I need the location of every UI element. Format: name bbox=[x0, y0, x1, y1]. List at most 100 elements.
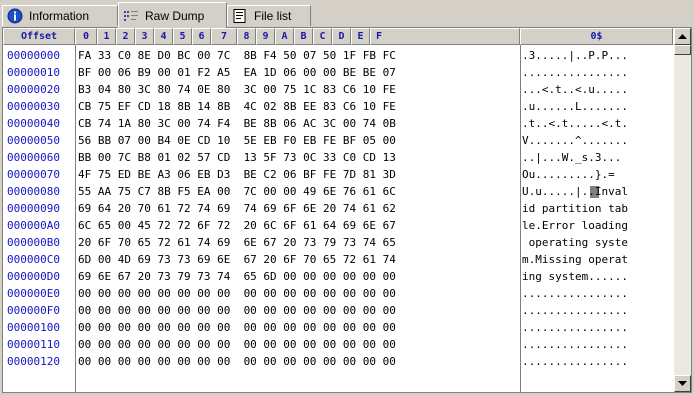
dump-row[interactable]: 000000C0 6D 00 4D 69 73 73 69 6E 67 20 6F… bbox=[3, 252, 673, 268]
row-hex-bytes[interactable]: 00 00 00 00 00 00 00 00 00 00 00 00 00 0… bbox=[78, 303, 396, 319]
byte-column-header[interactable]: F bbox=[370, 28, 520, 45]
tab-raw-dump[interactable]: Raw Dump bbox=[118, 2, 227, 28]
row-ascii[interactable]: V.......^....... bbox=[522, 133, 628, 149]
row-hex-bytes[interactable]: 4F 75 ED BE A3 06 EB D3 BE C2 06 BF FE 7… bbox=[78, 167, 396, 183]
row-hex-bytes[interactable]: 6C 65 00 45 72 72 6F 72 20 6C 6F 61 64 6… bbox=[78, 218, 396, 234]
tab-information[interactable]: Information bbox=[2, 5, 118, 26]
dump-row[interactable]: 00000090 69 64 20 70 61 72 74 69 74 69 6F… bbox=[3, 201, 673, 217]
row-hex-bytes[interactable]: 00 00 00 00 00 00 00 00 00 00 00 00 00 0… bbox=[78, 286, 396, 302]
byte-column-header[interactable]: 4 bbox=[154, 28, 173, 45]
row-ascii[interactable]: ..|...W._s.3... bbox=[522, 150, 621, 166]
scroll-up-button[interactable] bbox=[674, 28, 691, 45]
offset-column-header[interactable]: Offset bbox=[3, 28, 75, 45]
byte-column-header[interactable]: 3 bbox=[135, 28, 154, 45]
byte-column-header[interactable]: 6 bbox=[192, 28, 211, 45]
row-offset: 000000E0 bbox=[7, 287, 60, 300]
row-hex-bytes[interactable]: 55 AA 75 C7 8B F5 EA 00 7C 00 00 49 6E 7… bbox=[78, 184, 396, 200]
row-ascii[interactable]: le.Error loading bbox=[522, 218, 628, 234]
dump-row[interactable]: 00000070 4F 75 ED BE A3 06 EB D3 BE C2 06… bbox=[3, 167, 673, 183]
ascii-column-header[interactable]: 0$ bbox=[520, 28, 673, 45]
row-hex-bytes[interactable]: CB 74 1A 80 3C 00 74 F4 BE 8B 06 AC 3C 0… bbox=[78, 116, 396, 132]
tab-strip: Information Raw Dump File list bbox=[2, 2, 692, 28]
row-hex-bytes[interactable]: B3 04 80 3C 80 74 0E 80 3C 00 75 1C 83 C… bbox=[78, 82, 396, 98]
row-hex-bytes[interactable]: BF 00 06 B9 00 01 F2 A5 EA 1D 06 00 00 B… bbox=[78, 65, 396, 81]
scroll-down-button[interactable] bbox=[674, 375, 691, 392]
raw-dump-icon bbox=[123, 8, 139, 24]
byte-column-header[interactable]: 1 bbox=[97, 28, 116, 45]
dump-row[interactable]: 00000080 55 AA 75 C7 8B F5 EA 00 7C 00 00… bbox=[3, 184, 673, 200]
row-offset: 000000D0 bbox=[7, 270, 60, 283]
byte-column-header[interactable]: C bbox=[313, 28, 332, 45]
row-offset: 000000A0 bbox=[7, 219, 60, 232]
dump-row[interactable]: 00000000 FA 33 C0 8E D0 BC 00 7C 8B F4 50… bbox=[3, 48, 673, 64]
row-hex-bytes[interactable]: FA 33 C0 8E D0 BC 00 7C 8B F4 50 07 50 1… bbox=[78, 48, 396, 64]
dump-row[interactable]: 000000A0 6C 65 00 45 72 72 6F 72 20 6C 6F… bbox=[3, 218, 673, 234]
row-ascii[interactable]: id partition tab bbox=[522, 201, 628, 217]
scroll-thumb[interactable] bbox=[674, 45, 691, 55]
byte-column-header[interactable]: E bbox=[351, 28, 370, 45]
row-hex-bytes[interactable]: 69 64 20 70 61 72 74 69 74 69 6F 6E 20 7… bbox=[78, 201, 396, 217]
row-ascii[interactable]: .t..<.t.....<.t. bbox=[522, 116, 628, 132]
row-offset: 00000040 bbox=[7, 117, 60, 130]
dump-row[interactable]: 00000010 BF 00 06 B9 00 01 F2 A5 EA 1D 06… bbox=[3, 65, 673, 81]
tab-information-label: Information bbox=[29, 9, 90, 23]
row-ascii[interactable]: m.Missing operat bbox=[522, 252, 628, 268]
row-offset: 00000110 bbox=[7, 338, 60, 351]
row-ascii[interactable]: ................ bbox=[522, 320, 628, 336]
dump-row[interactable]: 000000F0 00 00 00 00 00 00 00 00 00 00 00… bbox=[3, 303, 673, 319]
row-ascii[interactable]: ................ bbox=[522, 303, 628, 319]
row-hex-bytes[interactable]: 00 00 00 00 00 00 00 00 00 00 00 00 00 0… bbox=[78, 320, 396, 336]
dump-row[interactable]: 00000030 CB 75 EF CD 18 8B 14 8B 4C 02 8B… bbox=[3, 99, 673, 115]
byte-column-header[interactable]: 5 bbox=[173, 28, 192, 45]
byte-column-header[interactable]: 2 bbox=[116, 28, 135, 45]
hex-grid-header: Offset 0 1 2 3 4 5 6 7 8 9 A B C D E F 0… bbox=[3, 28, 673, 45]
row-offset: 000000B0 bbox=[7, 236, 60, 249]
dump-row[interactable]: 00000060 BB 00 7C B8 01 02 57 CD 13 5F 73… bbox=[3, 150, 673, 166]
dump-row[interactable]: 00000040 CB 74 1A 80 3C 00 74 F4 BE 8B 06… bbox=[3, 116, 673, 132]
dump-row[interactable]: 00000050 56 BB 07 00 B4 0E CD 10 5E EB F0… bbox=[3, 133, 673, 149]
byte-column-header[interactable]: 9 bbox=[256, 28, 275, 45]
row-ascii[interactable]: ................ bbox=[522, 65, 628, 81]
dump-row[interactable]: 000000D0 69 6E 67 20 73 79 73 74 65 6D 00… bbox=[3, 269, 673, 285]
dump-row[interactable]: 000000B0 20 6F 70 65 72 61 74 69 6E 67 20… bbox=[3, 235, 673, 251]
row-ascii[interactable]: .3.....|..P.P... bbox=[522, 48, 628, 64]
row-offset: 00000120 bbox=[7, 355, 60, 368]
dump-row[interactable]: 000000E0 00 00 00 00 00 00 00 00 00 00 00… bbox=[3, 286, 673, 302]
row-hex-bytes[interactable]: 69 6E 67 20 73 79 73 74 65 6D 00 00 00 0… bbox=[78, 269, 396, 285]
dump-row[interactable]: 00000110 00 00 00 00 00 00 00 00 00 00 00… bbox=[3, 337, 673, 353]
dump-row[interactable]: 00000020 B3 04 80 3C 80 74 0E 80 3C 00 75… bbox=[3, 82, 673, 98]
row-hex-bytes[interactable]: 56 BB 07 00 B4 0E CD 10 5E EB F0 EB FE B… bbox=[78, 133, 396, 149]
row-ascii[interactable]: operating syste bbox=[522, 235, 628, 251]
row-ascii[interactable]: ................ bbox=[522, 354, 628, 370]
byte-column-header[interactable]: 8 bbox=[237, 28, 256, 45]
hex-dump-rows[interactable]: 00000000 FA 33 C0 8E D0 BC 00 7C 8B F4 50… bbox=[3, 45, 673, 392]
tab-file-list[interactable]: File list bbox=[227, 5, 311, 26]
dump-row[interactable]: 00000100 00 00 00 00 00 00 00 00 00 00 00… bbox=[3, 320, 673, 336]
row-ascii[interactable]: ................ bbox=[522, 337, 628, 353]
byte-column-header[interactable]: B bbox=[294, 28, 313, 45]
tab-raw-dump-label: Raw Dump bbox=[145, 8, 205, 23]
byte-column-header[interactable]: 7 bbox=[211, 28, 237, 45]
byte-column-header[interactable]: D bbox=[332, 28, 351, 45]
row-ascii[interactable]: .u......L....... bbox=[522, 99, 628, 115]
row-hex-bytes[interactable]: BB 00 7C B8 01 02 57 CD 13 5F 73 0C 33 C… bbox=[78, 150, 396, 166]
row-ascii[interactable]: ................ bbox=[522, 286, 628, 302]
vertical-scrollbar[interactable] bbox=[674, 28, 691, 392]
row-offset: 00000100 bbox=[7, 321, 60, 334]
dump-row[interactable]: 00000120 00 00 00 00 00 00 00 00 00 00 00… bbox=[3, 354, 673, 370]
byte-column-header[interactable]: 0 bbox=[75, 28, 97, 45]
row-offset: 00000000 bbox=[7, 49, 60, 62]
row-ascii[interactable]: Ou.........}.= bbox=[522, 167, 615, 183]
row-hex-bytes[interactable]: CB 75 EF CD 18 8B 14 8B 4C 02 8B EE 83 C… bbox=[78, 99, 396, 115]
row-hex-bytes[interactable]: 00 00 00 00 00 00 00 00 00 00 00 00 00 0… bbox=[78, 337, 396, 353]
byte-column-header[interactable]: A bbox=[275, 28, 294, 45]
info-icon bbox=[7, 8, 23, 24]
row-hex-bytes[interactable]: 00 00 00 00 00 00 00 00 00 00 00 00 00 0… bbox=[78, 354, 396, 370]
row-ascii[interactable]: ...<.t..<.u..... bbox=[522, 82, 628, 98]
tab-file-list-label: File list bbox=[254, 9, 292, 23]
row-ascii[interactable]: ing system...... bbox=[522, 269, 628, 285]
row-ascii[interactable]: U.u.....|..Inval bbox=[522, 184, 628, 200]
row-hex-bytes[interactable]: 6D 00 4D 69 73 73 69 6E 67 20 6F 70 65 7… bbox=[78, 252, 396, 268]
row-offset: 00000050 bbox=[7, 134, 60, 147]
row-hex-bytes[interactable]: 20 6F 70 65 72 61 74 69 6E 67 20 73 79 7… bbox=[78, 235, 396, 251]
